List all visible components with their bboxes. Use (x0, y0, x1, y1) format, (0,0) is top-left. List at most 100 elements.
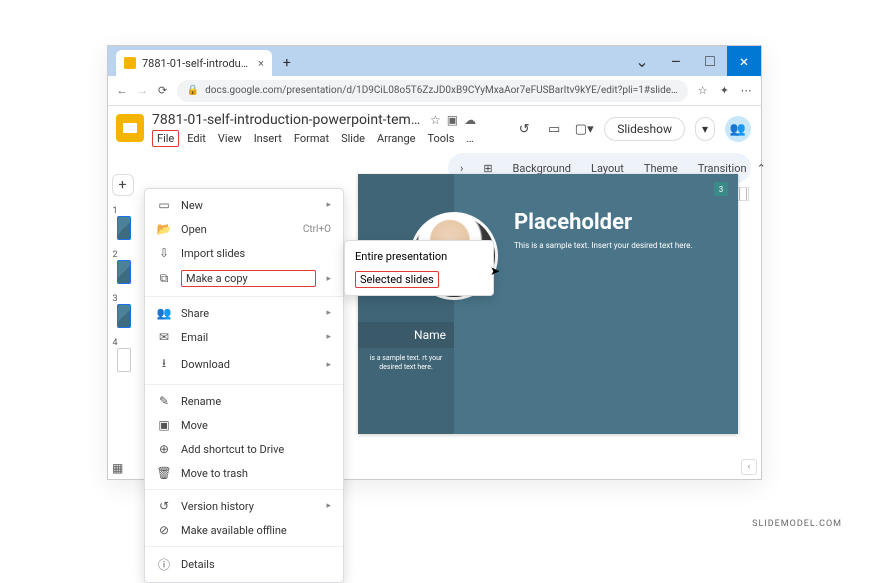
slide-subtitle: This is a sample text. Insert your desir… (514, 241, 722, 250)
menu-file[interactable]: File (152, 130, 179, 147)
lock-icon: 🔒 (187, 85, 199, 96)
share-button[interactable]: 👥 (725, 116, 751, 142)
folder-icon: 📂 (157, 222, 171, 236)
slide-number: 3 (714, 182, 728, 196)
browser-window: 7881-01-self-introduction-powe × + ⌄ – □… (107, 45, 762, 480)
menu-new[interactable]: ▭New▸ (145, 193, 343, 217)
menu-move[interactable]: ▣Move (145, 413, 343, 437)
menu-email[interactable]: ✉Email▸ (145, 325, 343, 349)
star-icon[interactable]: ☆ (696, 82, 710, 100)
menu-more[interactable]: … (462, 130, 477, 147)
slideshow-caret[interactable]: ▾ (695, 117, 715, 141)
menu-version-history[interactable]: ↺Version history▸ (145, 494, 343, 518)
menu-share[interactable]: 👥Share▸ (145, 301, 343, 325)
submenu-entire[interactable]: Entire presentation (345, 245, 493, 268)
thumb-img (117, 348, 131, 372)
slide-desc: is a sample text. rt your desired text h… (362, 354, 450, 372)
url-text: docs.google.com/presentation/d/1D9CiL08o… (205, 85, 678, 96)
thumbnail-panel: + 1 2 3 4 (108, 170, 138, 479)
move-doc-icon[interactable]: ▣ (447, 113, 458, 127)
menu-view[interactable]: View (214, 130, 246, 147)
slideshow-button[interactable]: Slideshow (604, 117, 685, 141)
download-icon: ⭳ (157, 354, 171, 375)
meet-icon[interactable]: ▢▾ (574, 119, 594, 139)
menu-divider (145, 546, 343, 547)
document-title[interactable]: 7881-01-self-introduction-powerpoint-tem… (152, 112, 422, 128)
url-bar: ← → ⟳ 🔒 docs.google.com/presentation/d/1… (108, 76, 761, 106)
menu-tools[interactable]: Tools (423, 130, 458, 147)
minimize-icon[interactable]: – (659, 46, 693, 76)
watermark: SLIDEMODEL.COM (752, 519, 842, 529)
thumb-4[interactable]: 4 (113, 338, 133, 372)
menu-download[interactable]: ⭳Download▸ (145, 349, 343, 380)
copy-submenu: Entire presentation Selected slides (344, 240, 494, 296)
new-icon: ▭ (157, 198, 171, 212)
offline-icon: ⊘ (157, 523, 171, 537)
back-icon[interactable]: ← (116, 83, 128, 99)
menu-insert[interactable]: Insert (250, 130, 286, 147)
menu-arrange[interactable]: Arrange (373, 130, 419, 147)
new-tab-button[interactable]: + (276, 52, 298, 74)
slide[interactable]: Name is a sample text. rt your desired t… (358, 174, 738, 434)
header-actions: ↺ ▭ ▢▾ Slideshow ▾ 👥 (514, 116, 751, 142)
copy-icon: ⧉ (157, 271, 171, 286)
menu-slide[interactable]: Slide (337, 130, 369, 147)
menu-divider (145, 489, 343, 490)
rename-icon: ✎ (157, 394, 171, 408)
extensions-icon[interactable]: ✦ (718, 82, 732, 100)
titlebar: 7881-01-self-introduction-powe × + ⌄ – □… (108, 46, 761, 76)
menu-divider (145, 296, 343, 297)
menu-rename[interactable]: ✎Rename (145, 389, 343, 413)
thumb-img (117, 304, 131, 328)
explore-icon[interactable]: ‹ (741, 459, 757, 475)
tab-close-icon[interactable]: × (258, 57, 264, 70)
shortcut-icon: ⊕ (157, 442, 171, 456)
name-label: Name (358, 322, 454, 348)
add-slide-button[interactable]: + (112, 174, 134, 196)
menu-edit[interactable]: Edit (183, 130, 210, 147)
menu-bar: File Edit View Insert Format Slide Arran… (152, 130, 506, 147)
email-icon: ✉ (157, 330, 171, 344)
file-menu: ▭New▸ 📂OpenCtrl+O ⇩Import slides ⧉Make a… (144, 188, 344, 583)
thumb-img (117, 260, 131, 284)
window-controls: ⌄ – □ × (625, 46, 761, 76)
cloud-status-icon[interactable]: ☁ (464, 113, 476, 127)
menu-import[interactable]: ⇩Import slides (145, 241, 343, 265)
details-icon: ⓘ (157, 556, 171, 573)
reload-icon[interactable]: ⟳ (156, 83, 168, 99)
window-dropdown-icon[interactable]: ⌄ (625, 46, 659, 76)
close-window-icon[interactable]: × (727, 46, 761, 76)
menu-trash[interactable]: 🗑Move to trash (145, 461, 343, 485)
menu-divider (145, 384, 343, 385)
thumb-img (117, 216, 131, 240)
star-doc-icon[interactable]: ☆ (430, 113, 441, 127)
comments-icon[interactable]: ▭ (544, 119, 564, 139)
menu-open[interactable]: 📂OpenCtrl+O (145, 217, 343, 241)
menu-shortcut[interactable]: ⊕Add shortcut to Drive (145, 437, 343, 461)
slides-logo-icon[interactable] (116, 114, 144, 142)
maximize-icon[interactable]: □ (693, 46, 727, 76)
slide-left-panel: Name is a sample text. rt your desired t… (358, 174, 454, 434)
slideshow-label: Slideshow (617, 122, 672, 136)
menu-details[interactable]: ⓘDetails (145, 551, 343, 578)
browser-menu-icon[interactable]: ⋯ (739, 82, 753, 100)
move-icon: ▣ (157, 418, 171, 432)
thumb-2[interactable]: 2 (113, 250, 133, 284)
slide-right-panel: 3 Placeholder This is a sample text. Ins… (454, 174, 738, 434)
trash-icon: 🗑 (157, 466, 171, 480)
forward-icon[interactable]: → (136, 83, 148, 99)
slide-title: Placeholder (514, 210, 722, 235)
menu-make-copy[interactable]: ⧉Make a copy▸ (145, 265, 343, 292)
thumb-3[interactable]: 3 (113, 294, 133, 328)
thumb-1[interactable]: 1 (113, 206, 133, 240)
cursor-icon: ➤ (490, 264, 500, 278)
history-icon[interactable]: ↺ (514, 119, 534, 139)
browser-tab[interactable]: 7881-01-self-introduction-powe × (116, 50, 272, 76)
menu-offline[interactable]: ⊘Make available offline (145, 518, 343, 542)
submenu-selected[interactable]: Selected slides (345, 268, 493, 291)
tab-title: 7881-01-self-introduction-powe (142, 57, 252, 70)
import-icon: ⇩ (157, 246, 171, 260)
menu-format[interactable]: Format (290, 130, 333, 147)
address-bar[interactable]: 🔒 docs.google.com/presentation/d/1D9CiL0… (177, 80, 688, 102)
history-icon: ↺ (157, 499, 171, 513)
